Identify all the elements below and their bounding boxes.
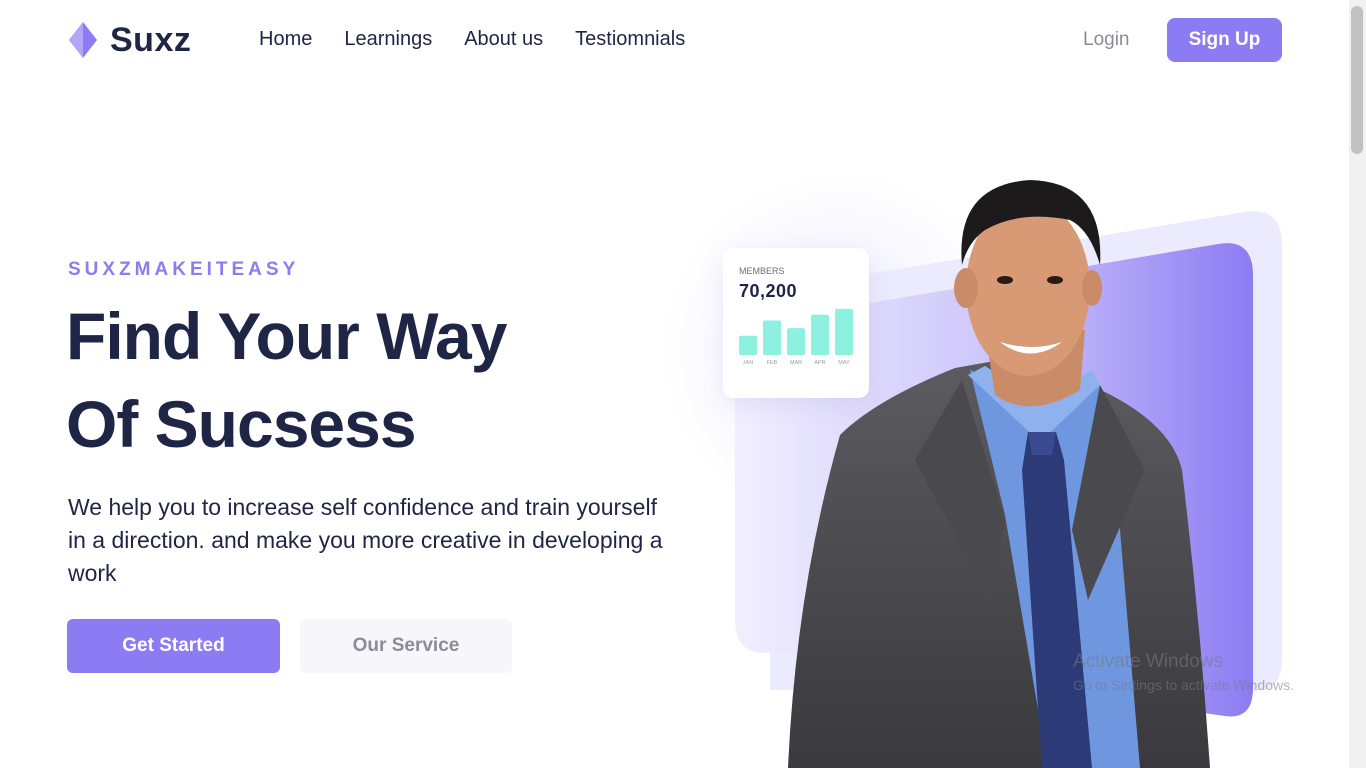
- hero-headline: Find Your Way Of Sucsess: [66, 292, 507, 468]
- headline-line-1: Find Your Way: [66, 299, 507, 373]
- members-bar-chart: JAN FEB MAR APR MAY: [739, 308, 853, 366]
- site-header: Suxz Home Learnings About us Testiomnial…: [0, 0, 1349, 82]
- logo[interactable]: Suxz: [66, 20, 191, 60]
- chart-tick-may: MAY: [838, 360, 850, 366]
- login-link[interactable]: Login: [1083, 29, 1130, 51]
- get-started-button[interactable]: Get Started: [67, 619, 280, 673]
- members-stats-card: MEMBERS 70,200 JAN FEB MAR APR MAY: [723, 248, 869, 398]
- members-value: 70,200: [739, 281, 798, 301]
- nav-item-about-us[interactable]: About us: [464, 28, 543, 51]
- nav-item-home[interactable]: Home: [259, 28, 312, 51]
- diamond-icon: [69, 22, 97, 58]
- watermark-subtitle: Go to Settings to activate Windows.: [1073, 677, 1294, 693]
- chart-bar-may: [835, 308, 853, 355]
- signup-button[interactable]: Sign Up: [1167, 18, 1282, 62]
- chart-bar-apr: [811, 314, 829, 355]
- main-nav: Home Learnings About us Testiomnials: [259, 28, 685, 51]
- chart-tick-mar: MAR: [790, 360, 802, 366]
- hero-tagline: SUXZMAKEITEASY: [68, 259, 300, 280]
- headline-line-2: Of Sucsess: [66, 387, 417, 461]
- our-service-button[interactable]: Our Service: [300, 619, 512, 673]
- members-label: MEMBERS: [739, 266, 785, 276]
- nav-item-testimonials[interactable]: Testiomnials: [575, 28, 685, 51]
- chart-bar-mar: [787, 328, 805, 355]
- activate-windows-watermark: Activate Windows Go to Settings to activ…: [1073, 651, 1294, 693]
- brand-name: Suxz: [110, 20, 192, 59]
- chart-bar-feb: [763, 320, 781, 355]
- chart-tick-feb: FEB: [767, 360, 778, 366]
- hero-description: We help you to increase self confidence …: [68, 494, 663, 586]
- page-scrollbar[interactable]: [1349, 0, 1366, 768]
- chart-bar-jan: [739, 335, 757, 355]
- chart-tick-jan: JAN: [743, 360, 753, 366]
- watermark-title: Activate Windows: [1073, 651, 1223, 672]
- chart-tick-apr: APR: [814, 360, 825, 366]
- scrollbar-thumb[interactable]: [1351, 6, 1363, 154]
- nav-item-learnings[interactable]: Learnings: [344, 28, 432, 51]
